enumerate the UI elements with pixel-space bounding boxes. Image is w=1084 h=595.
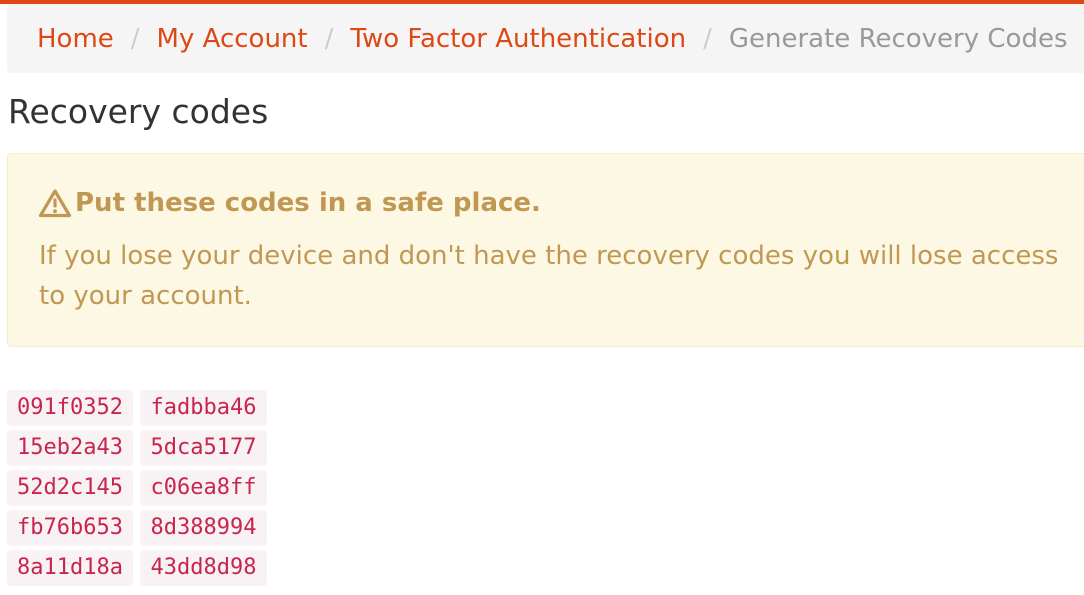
warning-alert: Put these codes in a safe place. If you …: [7, 153, 1084, 347]
recovery-code: 091f0352: [7, 390, 133, 426]
recovery-code: 8d388994: [140, 510, 267, 546]
breadcrumb-current-page: Generate Recovery Codes: [728, 23, 1068, 54]
breadcrumb-two-factor-link[interactable]: Two Factor Authentication: [350, 24, 686, 54]
alert-heading: Put these codes in a safe place.: [75, 188, 541, 218]
recovery-code: fb76b653: [7, 510, 133, 546]
alert-message: If you lose your device and don't have t…: [39, 241, 1059, 311]
recovery-code: fadbba46: [140, 390, 267, 426]
breadcrumb-home-link[interactable]: Home: [37, 24, 114, 54]
recovery-code: 15eb2a43: [7, 430, 133, 466]
breadcrumb-separator: /: [703, 23, 712, 54]
warning-icon: [38, 188, 72, 218]
breadcrumb-my-account-link[interactable]: My Account: [157, 24, 308, 54]
recovery-code: 5dca5177: [140, 430, 267, 466]
page-title: Recovery codes: [8, 92, 269, 131]
breadcrumb-separator: /: [324, 23, 334, 54]
recovery-code: 8a11d18a: [7, 550, 133, 586]
recovery-code: 43dd8d98: [140, 550, 267, 586]
recovery-code: c06ea8ff: [140, 470, 267, 506]
alert-heading-row: Put these codes in a safe place.: [38, 188, 541, 218]
recovery-codes-grid: 091f0352 fadbba46 15eb2a43 5dca5177 52d2…: [7, 390, 267, 586]
breadcrumb-separator: /: [130, 23, 140, 54]
breadcrumb: Home / My Account / Two Factor Authentic…: [7, 4, 1084, 73]
recovery-code: 52d2c145: [7, 470, 133, 506]
